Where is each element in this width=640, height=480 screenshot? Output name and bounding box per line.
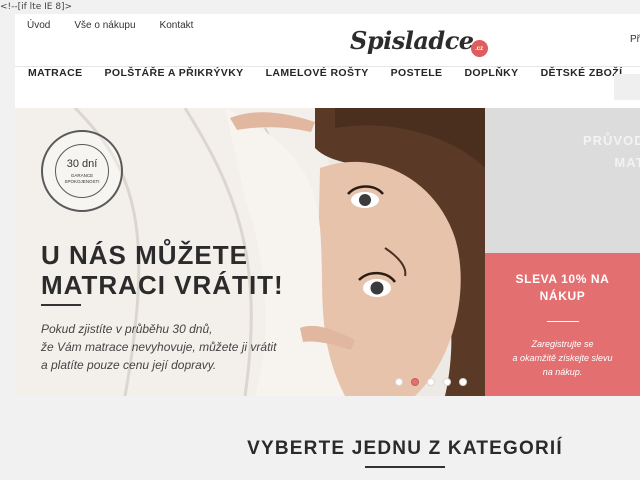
slider-dot-2-active[interactable]: [411, 378, 419, 386]
hero-subtext: Pokud zjistíte v průběhu 30 dnů, že Vám …: [41, 320, 301, 374]
logo-badge: .cz: [470, 40, 488, 57]
promo-text-line-3: na nákup.: [542, 367, 583, 377]
nav-slatted-bases[interactable]: LAMELOVÉ ROŠTY: [266, 67, 369, 79]
top-nav-home[interactable]: Úvod: [27, 20, 50, 31]
nav-kids-products[interactable]: DĚTSKÉ ZBOŽÍ: [541, 67, 623, 79]
hero-headline-line-1: U NÁS MŮŽETE: [41, 240, 248, 270]
promo-text-line-1: Zaregistrujte se: [531, 339, 594, 349]
hero-subtext-line-2: že Vám matrace nevyhovuje, můžete ji vrá…: [41, 340, 277, 354]
hero-headline: U NÁS MŮŽETE MATRACI VRÁTIT!: [41, 240, 284, 300]
nav-beds[interactable]: POSTELE: [391, 67, 443, 79]
top-nav: Úvod Vše o nákupu Kontakt: [27, 20, 193, 31]
discount-promo-banner[interactable]: SLEVA 10% NA NÁKUP Zaregistrujte se a ok…: [485, 253, 640, 396]
ie-conditional-comment: <!--[if lte IE 8]>: [0, 2, 73, 12]
search-box[interactable]: [614, 74, 640, 100]
top-nav-contact[interactable]: Kontakt: [160, 20, 194, 31]
hero-subtext-line-3: a platíte pouze cenu její dopravy.: [41, 358, 217, 372]
slider-dot-1[interactable]: [395, 378, 403, 386]
guarantee-stamp: 30 dní GARANCE SPOKOJENOSTI: [41, 130, 123, 212]
guarantee-label: GARANCE SPOKOJENOSTI: [64, 173, 100, 184]
nav-pillows-duvets[interactable]: POLŠTÁŘE A PŘIKRÝVKY: [105, 67, 244, 79]
slider-dot-4[interactable]: [443, 378, 451, 386]
main-nav: MATRACE POLŠTÁŘE A PŘIKRÝVKY LAMELOVÉ RO…: [28, 67, 622, 79]
guarantee-days: 30 dní: [66, 158, 98, 170]
promo-text: Zaregistrujte se a okamžitě získejte sle…: [500, 337, 625, 379]
promo-divider: [547, 321, 579, 322]
hero-subtext-line-1: Pokud zjistíte v průběhu 30 dnů,: [41, 322, 213, 336]
guarantee-stamp-inner: 30 dní GARANCE SPOKOJENOSTI: [55, 144, 109, 198]
categories-heading-underline: [365, 466, 445, 468]
hero-banner[interactable]: 30 dní GARANCE SPOKOJENOSTI U NÁS MŮŽETE…: [15, 108, 485, 396]
slider-dots: [395, 378, 467, 386]
categories-heading: VYBERTE JEDNU Z KATEGORIÍ: [247, 438, 563, 459]
mattress-guide-text: PRŮVODC MATR: [535, 130, 640, 174]
site-logo[interactable]: Spisladce .cz: [350, 26, 488, 57]
slider-dot-5[interactable]: [459, 378, 467, 386]
top-right-link[interactable]: Př: [630, 34, 640, 45]
promo-title-line-1: SLEVA 10% NA: [515, 272, 610, 286]
promo-text-line-2: a okamžitě získejte slevu: [512, 353, 613, 363]
slider-dot-3[interactable]: [427, 378, 435, 386]
logo-text: Spisladce: [350, 26, 474, 55]
mattress-guide-banner[interactable]: PRŮVODC MATR: [485, 108, 640, 253]
headline-underline: [41, 304, 81, 306]
promo-title: SLEVA 10% NA NÁKUP: [485, 271, 640, 305]
site-header: Úvod Vše o nákupu Kontakt Spisladce .cz …: [15, 14, 640, 108]
promo-title-line-2: NÁKUP: [539, 289, 586, 303]
nav-accessories[interactable]: DOPLŇKY: [464, 67, 518, 79]
mattress-guide-line-2: MATR: [614, 155, 640, 170]
nav-mattresses[interactable]: MATRACE: [28, 67, 83, 79]
top-nav-shopping-info[interactable]: Vše o nákupu: [74, 20, 135, 31]
mattress-guide-line-1: PRŮVODC: [582, 133, 640, 148]
hero-headline-line-2: MATRACI VRÁTIT!: [41, 270, 284, 300]
